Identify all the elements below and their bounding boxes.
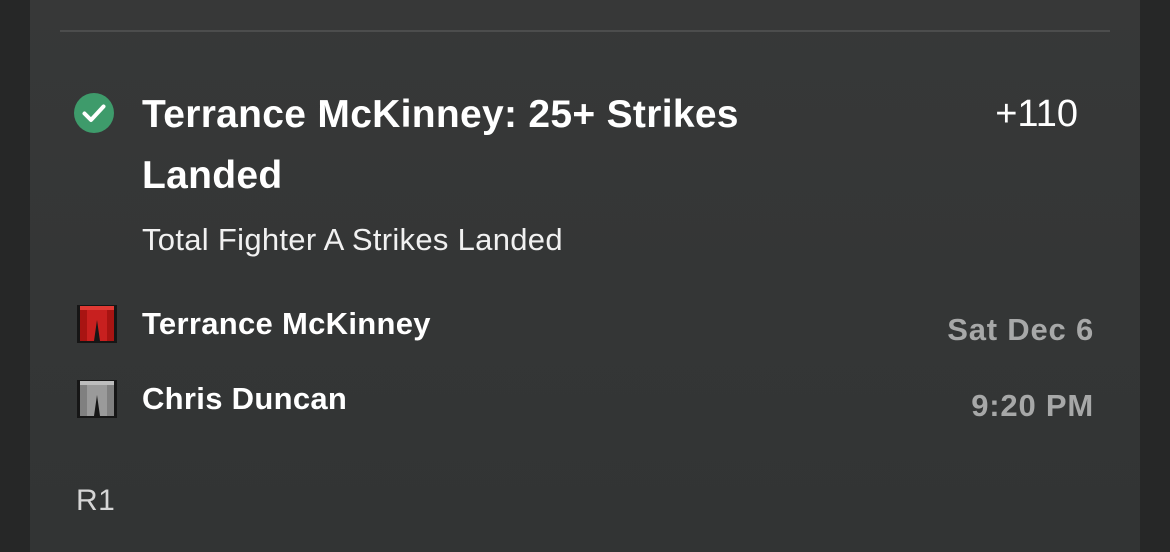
market-name: Total Fighter A Strikes Landed: [142, 222, 563, 257]
gray-trunks-icon: [77, 380, 117, 418]
odds-value: +110: [995, 93, 1078, 135]
round-label: R1: [76, 484, 116, 517]
event-date: Sat Dec 6: [947, 312, 1094, 347]
check-circle-icon: [74, 93, 114, 133]
event-time: 9:20 PM: [971, 388, 1094, 423]
fighter-name: Chris Duncan: [142, 381, 348, 416]
fighter-row-chris-duncan: Chris Duncan: [76, 377, 347, 421]
divider: [60, 30, 1110, 32]
bet-title: Terrance McKinney: 25+ Strikes Landed: [142, 93, 739, 197]
red-trunks-icon: [77, 305, 117, 343]
bet-card[interactable]: Terrance McKinney: 25+ Strikes Landed +1…: [30, 0, 1140, 552]
fighter-name: Terrance McKinney: [142, 306, 431, 341]
fighter-row-terrance-mckinney: Terrance McKinney: [76, 302, 431, 346]
